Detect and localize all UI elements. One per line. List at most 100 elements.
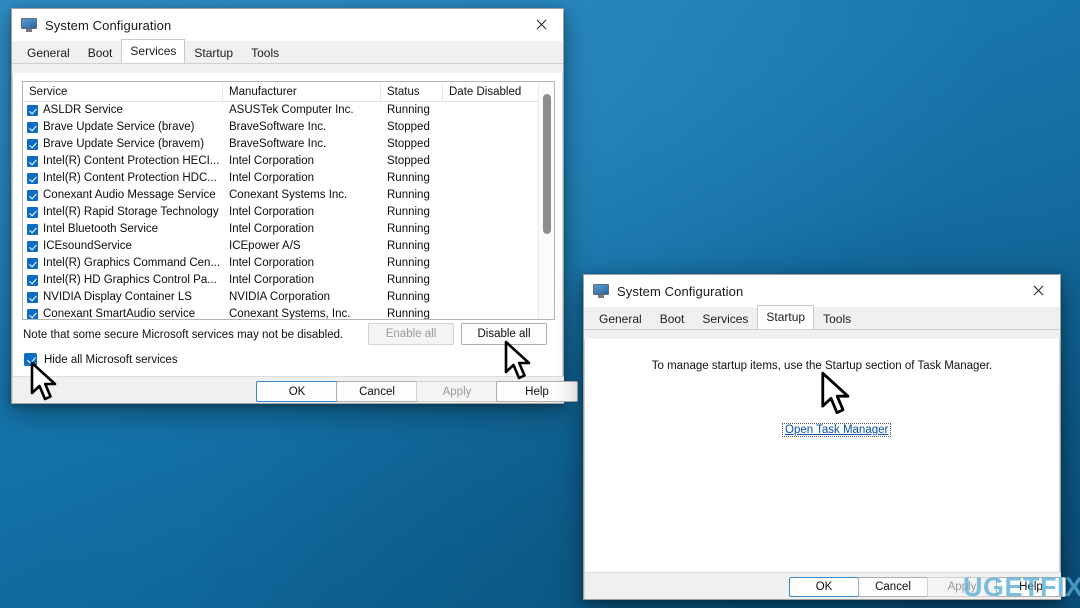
service-cell: Brave Update Service (brave) xyxy=(23,119,223,136)
service-cell: Intel(R) Content Protection HDC... xyxy=(23,170,223,187)
status-cell: Running xyxy=(387,172,430,184)
table-row[interactable]: Intel(R) HD Graphics Control Pa... Intel … xyxy=(23,272,554,289)
manufacturer-cell: Conexant Systems, Inc. xyxy=(229,308,351,320)
services-scrollbar-thumb[interactable] xyxy=(543,94,551,234)
services-list-scrollbar[interactable] xyxy=(538,82,554,319)
checkbox-checked-icon[interactable] xyxy=(27,122,38,133)
status-cell: Running xyxy=(387,257,430,269)
close-button[interactable] xyxy=(1016,275,1060,306)
service-cell: Intel(R) Graphics Command Cen... xyxy=(23,255,223,272)
table-row[interactable]: Conexant SmartAudio service Conexant Syst… xyxy=(23,306,554,320)
tab-general[interactable]: General xyxy=(18,42,79,64)
services-tab-panel: Service Manufacturer Status Date Disable… xyxy=(12,73,578,403)
service-name: Intel(R) Content Protection HECI... xyxy=(43,155,220,167)
column-header-status[interactable]: Status xyxy=(381,82,443,101)
titlebar-services[interactable]: System Configuration xyxy=(12,9,563,41)
table-row[interactable]: ICEsoundService ICEpower A/S Running xyxy=(23,238,554,255)
titlebar-startup[interactable]: System Configuration xyxy=(584,275,1060,307)
service-name: Intel(R) HD Graphics Control Pa... xyxy=(43,274,217,286)
mouse-cursor-task-manager xyxy=(820,371,854,417)
manufacturer-cell: BraveSoftware Inc. xyxy=(229,138,327,150)
checkbox-checked-icon[interactable] xyxy=(27,224,38,235)
tab-services[interactable]: Services xyxy=(693,308,757,330)
table-row[interactable]: Intel(R) Content Protection HECI... Intel… xyxy=(23,153,554,170)
cancel-button[interactable]: Cancel xyxy=(336,381,418,402)
tab-strip-services[interactable]: General Boot Services Startup Tools xyxy=(12,39,563,64)
status-cell: Stopped xyxy=(387,155,430,167)
tab-general[interactable]: General xyxy=(590,308,651,330)
tab-services[interactable]: Services xyxy=(121,39,186,63)
manufacturer-cell: NVIDIA Corporation xyxy=(229,291,330,303)
tab-startup[interactable]: Startup xyxy=(757,305,815,329)
table-row[interactable]: Intel(R) Graphics Command Cen... Intel Co… xyxy=(23,255,554,272)
column-header-date-disabled[interactable]: Date Disabled xyxy=(443,83,541,101)
table-row[interactable]: Conexant Audio Message Service Conexant S… xyxy=(23,187,554,204)
close-icon xyxy=(1032,284,1045,297)
table-row[interactable]: Brave Update Service (bravem) BraveSoftwa… xyxy=(23,136,554,153)
tab-strip-startup[interactable]: General Boot Services Startup Tools xyxy=(584,305,1060,330)
status-cell: Running xyxy=(387,274,430,286)
status-cell: Running xyxy=(387,206,430,218)
manufacturer-cell: BraveSoftware Inc. xyxy=(229,121,327,133)
status-cell: Running xyxy=(387,291,430,303)
checkbox-checked-icon[interactable] xyxy=(27,292,38,303)
system-configuration-services-window[interactable]: System Configuration General Boot Servic… xyxy=(11,8,578,404)
manufacturer-cell: ASUSTek Computer Inc. xyxy=(229,104,354,116)
tab-startup[interactable]: Startup xyxy=(185,42,242,64)
enable-all-button[interactable]: Enable all xyxy=(368,323,454,345)
ok-button[interactable]: OK xyxy=(256,381,338,402)
service-name: Conexant SmartAudio service xyxy=(43,308,196,320)
checkbox-checked-icon[interactable] xyxy=(27,173,38,184)
monitor-icon xyxy=(593,284,609,298)
column-header-manufacturer[interactable]: Manufacturer xyxy=(223,82,381,101)
table-row[interactable]: Intel(R) Content Protection HDC... Intel … xyxy=(23,170,554,187)
table-row[interactable]: Intel(R) Rapid Storage Technology Intel C… xyxy=(23,204,554,221)
services-rows[interactable]: ASLDR Service ASUSTek Computer Inc. Runnin… xyxy=(23,102,554,320)
service-name: Intel Bluetooth Service xyxy=(43,223,159,235)
mouse-cursor-hide-microsoft xyxy=(30,361,60,403)
service-cell: ICEsoundService xyxy=(23,238,223,255)
table-row[interactable]: Intel Bluetooth Service Intel Corporation… xyxy=(23,221,554,238)
close-button[interactable] xyxy=(519,9,563,40)
manufacturer-cell: ICEpower A/S xyxy=(229,240,301,252)
checkbox-checked-icon[interactable] xyxy=(27,275,38,286)
service-name: Intel(R) Rapid Storage Technology xyxy=(43,206,219,218)
services-list[interactable]: Service Manufacturer Status Date Disable… xyxy=(22,81,555,320)
service-cell: Intel(R) Rapid Storage Technology xyxy=(23,204,223,221)
checkbox-checked-icon[interactable] xyxy=(27,207,38,218)
ok-button[interactable]: OK xyxy=(789,577,859,597)
service-cell: NVIDIA Display Container LS xyxy=(23,289,223,306)
table-row[interactable]: ASLDR Service ASUSTek Computer Inc. Runnin… xyxy=(23,102,554,119)
services-list-header[interactable]: Service Manufacturer Status Date Disable… xyxy=(23,82,554,102)
table-row[interactable]: Brave Update Service (brave) BraveSoftwar… xyxy=(23,119,554,136)
tab-tools[interactable]: Tools xyxy=(242,42,288,64)
manufacturer-cell: Intel Corporation xyxy=(229,223,315,235)
checkbox-checked-icon[interactable] xyxy=(27,241,38,252)
apply-button[interactable]: Apply xyxy=(416,381,498,402)
table-row[interactable]: NVIDIA Display Container LS NVIDIA Corpor… xyxy=(23,289,554,306)
status-cell: Stopped xyxy=(387,138,430,150)
checkbox-checked-icon[interactable] xyxy=(27,190,38,201)
tab-tools[interactable]: Tools xyxy=(814,308,860,330)
checkbox-checked-icon[interactable] xyxy=(27,105,38,116)
status-cell: Running xyxy=(387,104,430,116)
status-cell: Running xyxy=(387,308,430,320)
checkbox-checked-icon[interactable] xyxy=(27,156,38,167)
cancel-button[interactable]: Cancel xyxy=(858,577,928,597)
help-button[interactable]: Help xyxy=(496,381,578,402)
service-cell: ASLDR Service xyxy=(23,102,223,119)
checkbox-checked-icon[interactable] xyxy=(27,139,38,150)
open-task-manager-link[interactable]: Open Task Manager xyxy=(782,423,892,437)
system-configuration-startup-window[interactable]: System Configuration General Boot Servic… xyxy=(583,274,1066,600)
manufacturer-cell: Intel Corporation xyxy=(229,155,315,167)
status-cell: Running xyxy=(387,223,430,235)
tab-boot[interactable]: Boot xyxy=(79,42,122,64)
manufacturer-cell: Intel Corporation xyxy=(229,257,315,269)
service-name: Intel(R) Graphics Command Cen... xyxy=(43,257,221,269)
service-cell: Brave Update Service (bravem) xyxy=(23,136,223,153)
checkbox-checked-icon[interactable] xyxy=(27,258,38,269)
column-header-service[interactable]: Service xyxy=(23,82,223,101)
tab-boot[interactable]: Boot xyxy=(651,308,694,330)
secure-services-note: Note that some secure Microsoft services… xyxy=(23,329,344,341)
checkbox-checked-icon[interactable] xyxy=(27,309,38,319)
